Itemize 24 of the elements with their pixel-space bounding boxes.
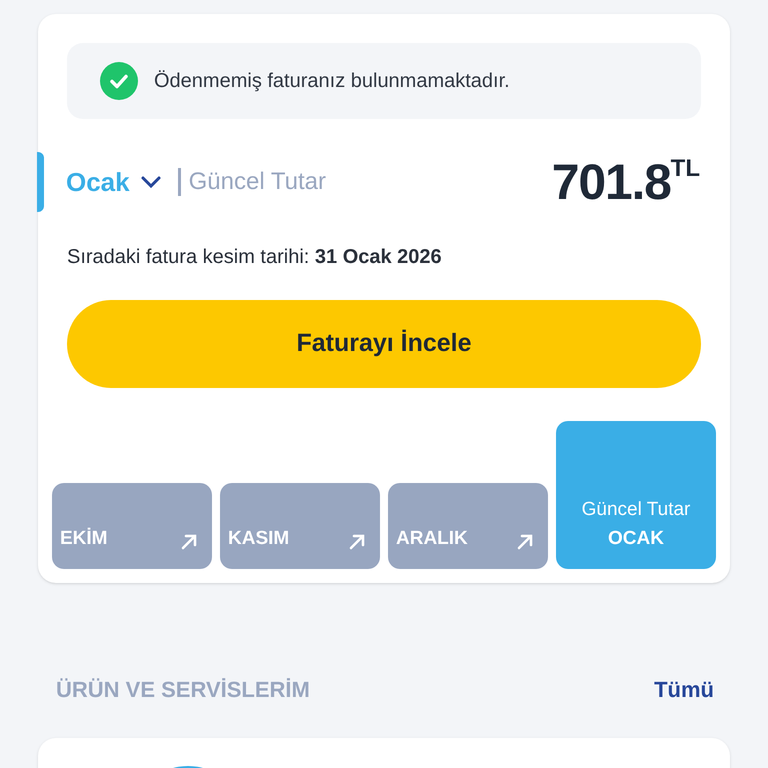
month-tab[interactable]: Güncel Tutar OCAK [556, 421, 716, 569]
arrow-up-right-icon [348, 533, 366, 551]
month-tab[interactable]: EKİM [52, 483, 212, 569]
tab-label: OCAK [608, 526, 664, 550]
month-tab[interactable]: ARALIK [388, 483, 548, 569]
amount-label: Güncel Tutar [188, 167, 326, 197]
tab-caption: Güncel Tutar [582, 498, 690, 522]
chevron-down-icon [140, 175, 162, 189]
accent-bar [37, 152, 44, 212]
arrow-up-right-icon [516, 533, 534, 551]
tab-label: KASIM [228, 526, 290, 550]
check-icon [100, 62, 138, 100]
month-tab[interactable]: KASIM [220, 483, 380, 569]
section-title: ÜRÜN VE SERVİSLERİM [56, 676, 310, 704]
arrow-up-right-icon [180, 533, 198, 551]
next-bill-date: Sıradaki fatura kesim tarihi: 31 Ocak 2026 [67, 245, 443, 270]
tab-label: EKİM [60, 526, 108, 550]
month-dropdown[interactable]: Ocak [66, 162, 162, 202]
currency-label: TL [670, 157, 700, 181]
notice-text: Ödenmemiş faturanız bulunmamaktadır. [154, 69, 510, 94]
tab-label: ARALIK [396, 526, 468, 550]
view-bill-button[interactable]: Faturayı İncele [67, 300, 701, 388]
see-all-link[interactable]: Tümü [654, 673, 714, 706]
amount-value: 701.8 [552, 157, 671, 207]
